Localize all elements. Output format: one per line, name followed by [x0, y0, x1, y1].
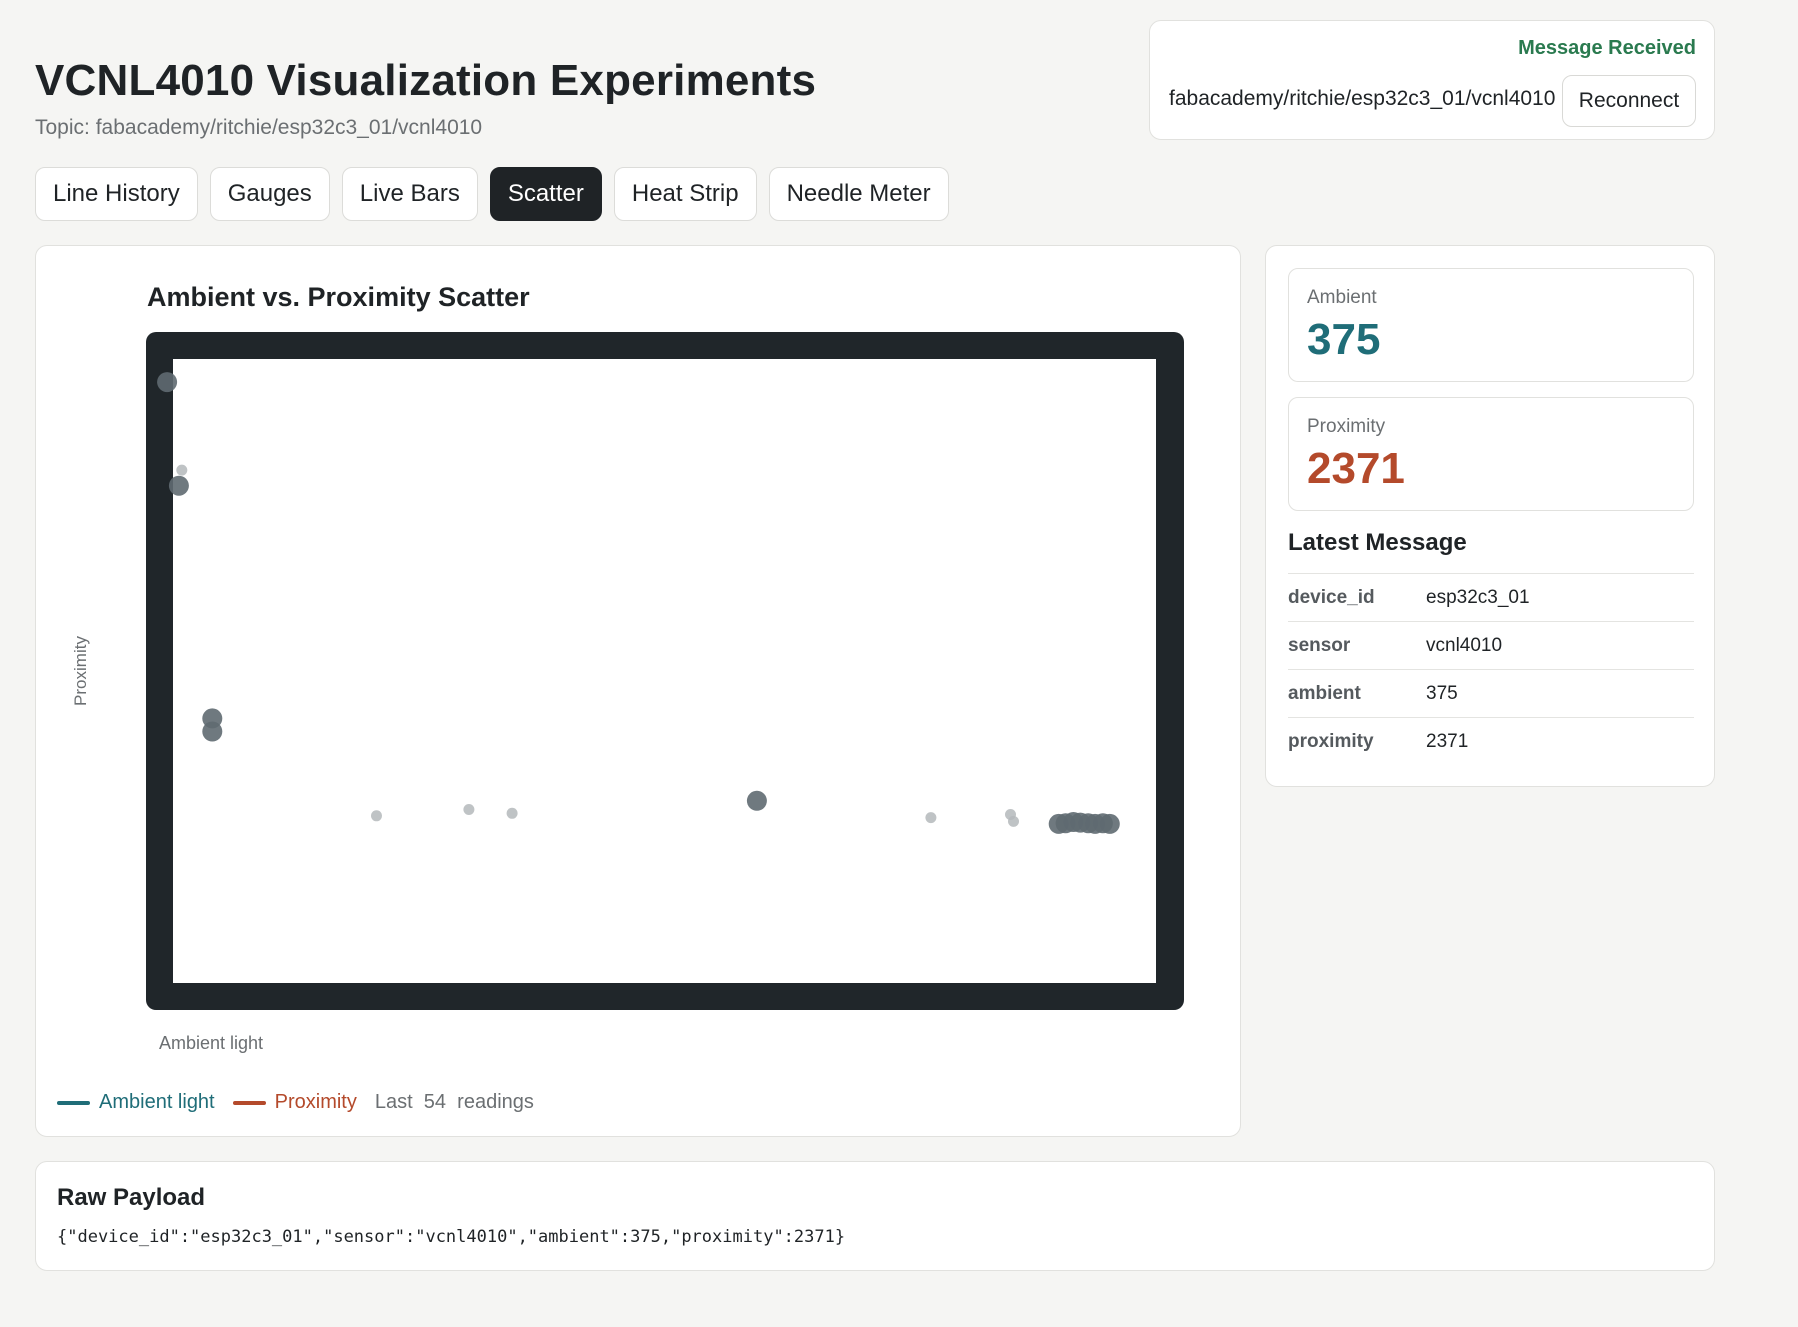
- readings-prefix: Last: [374, 1091, 413, 1113]
- chart-card: Ambient vs. Proximity Scatter Proximity …: [35, 245, 1241, 1137]
- tab-heat-strip[interactable]: Heat Strip: [613, 167, 757, 221]
- chart-legend: Ambient light Proximity Last 54 readings: [57, 1091, 534, 1114]
- plot-area[interactable]: [146, 332, 1184, 1010]
- x-axis-label: Ambient light: [159, 1033, 264, 1053]
- row-value: vcnl4010: [1426, 634, 1503, 656]
- scatter-point: [1008, 815, 1019, 827]
- scatter-point: [1099, 813, 1120, 834]
- topic-line: Topic: fabacademy/ritchie/esp32c3_01/vcn…: [35, 116, 483, 139]
- proximity-metric-label: Proximity: [1307, 416, 1386, 437]
- scatter-point: [157, 372, 178, 393]
- readings-number: 54: [423, 1091, 447, 1113]
- chart-title: Ambient vs. Proximity Scatter: [147, 282, 530, 312]
- side-panel: Ambient 375 Proximity 2371 Latest Messag…: [1265, 245, 1715, 787]
- readings-count: Last 54 readings: [375, 1091, 534, 1114]
- latest-message-table: device_id esp32c3_01 sensor vcnl4010 amb…: [1288, 573, 1694, 765]
- scatter-point: [202, 721, 223, 742]
- tab-gauges[interactable]: Gauges: [209, 167, 330, 221]
- table-row: device_id esp32c3_01: [1288, 573, 1694, 621]
- readings-suffix: readings: [457, 1091, 534, 1113]
- row-value: esp32c3_01: [1426, 586, 1530, 608]
- connection-topic: fabacademy/ritchie/esp32c3_01/vcnl4010: [1169, 87, 1556, 110]
- y-axis-label: Proximity: [71, 636, 90, 706]
- visualization-tabs: Line History Gauges Live Bars Scatter He…: [35, 167, 949, 221]
- proximity-metric-value: 2371: [1307, 444, 1405, 493]
- tab-scatter[interactable]: Scatter: [489, 167, 602, 221]
- scatter-point: [746, 790, 767, 811]
- row-value: 375: [1426, 682, 1458, 704]
- table-row: sensor vcnl4010: [1288, 621, 1694, 669]
- ambient-swatch: [57, 1100, 90, 1105]
- latest-message-title: Latest Message: [1288, 529, 1467, 556]
- ambient-metric-label: Ambient: [1307, 287, 1377, 308]
- page-title: VCNL4010 Visualization Experiments: [35, 56, 817, 105]
- scatter-plot: [157, 359, 1156, 983]
- proximity-swatch: [232, 1100, 266, 1105]
- scatter-point: [463, 804, 475, 815]
- legend-item-ambient: Ambient light: [57, 1091, 215, 1114]
- raw-payload-card: Raw Payload {"device_id":"esp32c3_01","s…: [35, 1161, 1715, 1271]
- legend-ambient-label: Ambient light: [99, 1091, 215, 1113]
- raw-payload-title: Raw Payload: [57, 1184, 206, 1211]
- tab-live-bars[interactable]: Live Bars: [341, 167, 478, 221]
- scatter-point: [506, 807, 518, 819]
- row-key: device_id: [1288, 586, 1375, 608]
- scatter-point: [371, 810, 382, 822]
- connection-status: Message Received: [1518, 37, 1696, 59]
- scatter-point: [176, 464, 188, 476]
- proximity-metric-card: Proximity 2371: [1288, 397, 1694, 511]
- tab-needle-meter[interactable]: Needle Meter: [768, 167, 949, 221]
- row-value: 2371: [1426, 730, 1469, 752]
- row-key: sensor: [1288, 634, 1351, 656]
- row-key: proximity: [1288, 730, 1374, 752]
- table-row: proximity 2371: [1288, 717, 1694, 765]
- row-key: ambient: [1288, 682, 1361, 704]
- legend-proximity-label: Proximity: [274, 1091, 357, 1113]
- table-row: ambient 375: [1288, 669, 1694, 717]
- raw-payload-json: {"device_id":"esp32c3_01","sensor":"vcnl…: [57, 1227, 846, 1247]
- ambient-metric-value: 375: [1307, 315, 1381, 364]
- legend-item-proximity: Proximity: [232, 1091, 357, 1114]
- ambient-metric-card: Ambient 375: [1288, 268, 1694, 382]
- plot-background: [173, 359, 1156, 983]
- tab-line-history[interactable]: Line History: [35, 167, 198, 221]
- connection-card: Message Received fabacademy/ritchie/esp3…: [1149, 20, 1715, 140]
- scatter-point: [168, 475, 189, 496]
- scatter-point: [925, 812, 937, 824]
- reconnect-button[interactable]: Reconnect: [1562, 75, 1696, 127]
